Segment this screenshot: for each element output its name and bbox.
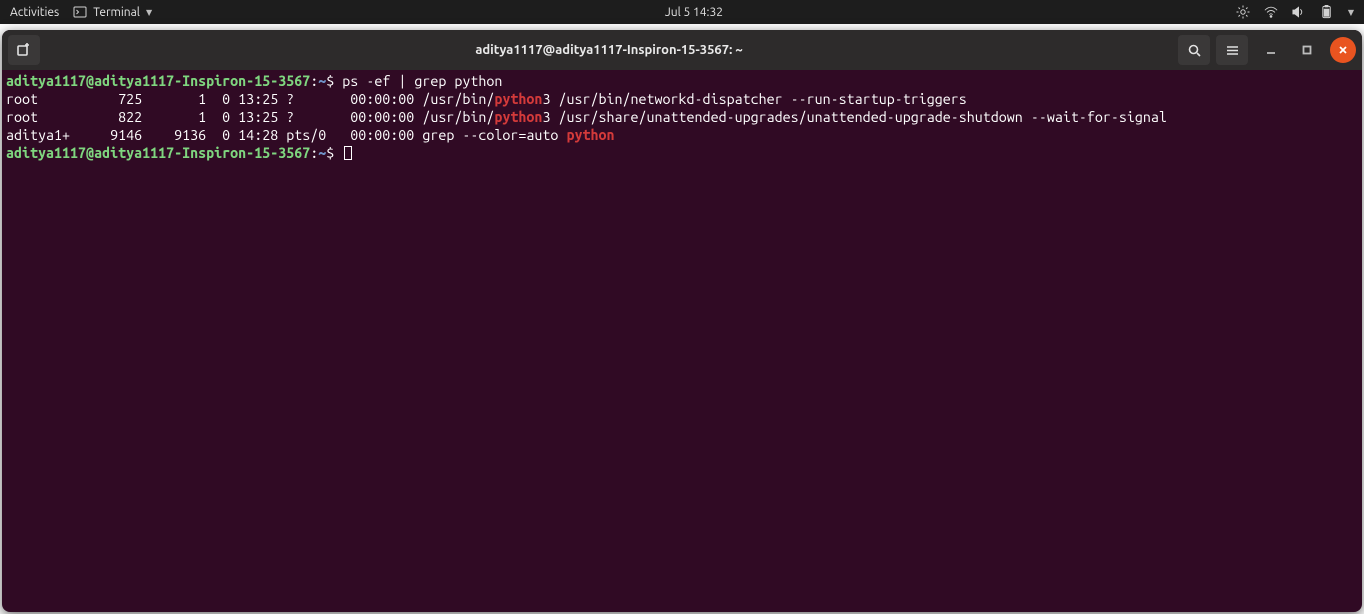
clock[interactable]: Jul 5 14:32 bbox=[665, 6, 723, 19]
app-menu-label: Terminal bbox=[93, 6, 140, 19]
terminal-app-icon bbox=[73, 5, 87, 19]
battery-icon bbox=[1320, 5, 1334, 19]
terminal-viewport[interactable]: aditya1117@aditya1117-Inspiron-15-3567:~… bbox=[2, 70, 1362, 164]
window-title: aditya1117@aditya1117-Inspiron-15-3567: … bbox=[40, 43, 1178, 57]
app-menu[interactable]: Terminal ▼ bbox=[73, 5, 152, 19]
terminal-window: aditya1117@aditya1117-Inspiron-15-3567: … bbox=[2, 30, 1362, 612]
gnome-topbar: Activities Terminal ▼ Jul 5 14:32 ▼ bbox=[0, 0, 1364, 24]
status-area[interactable]: ▼ bbox=[1236, 5, 1354, 19]
activities-button[interactable]: Activities bbox=[10, 6, 59, 19]
wifi-icon bbox=[1264, 5, 1278, 19]
titlebar: aditya1117@aditya1117-Inspiron-15-3567: … bbox=[2, 30, 1362, 70]
brightness-icon bbox=[1236, 5, 1250, 19]
close-button[interactable] bbox=[1330, 37, 1356, 63]
cursor bbox=[344, 146, 352, 160]
maximize-button[interactable] bbox=[1294, 37, 1320, 63]
chevron-down-icon: ▼ bbox=[146, 8, 152, 17]
search-button[interactable] bbox=[1178, 35, 1210, 65]
volume-icon bbox=[1292, 5, 1306, 19]
minimize-button[interactable] bbox=[1258, 37, 1284, 63]
chevron-down-icon: ▼ bbox=[1348, 8, 1354, 17]
new-tab-button[interactable] bbox=[8, 35, 40, 65]
hamburger-menu-button[interactable] bbox=[1216, 35, 1248, 65]
